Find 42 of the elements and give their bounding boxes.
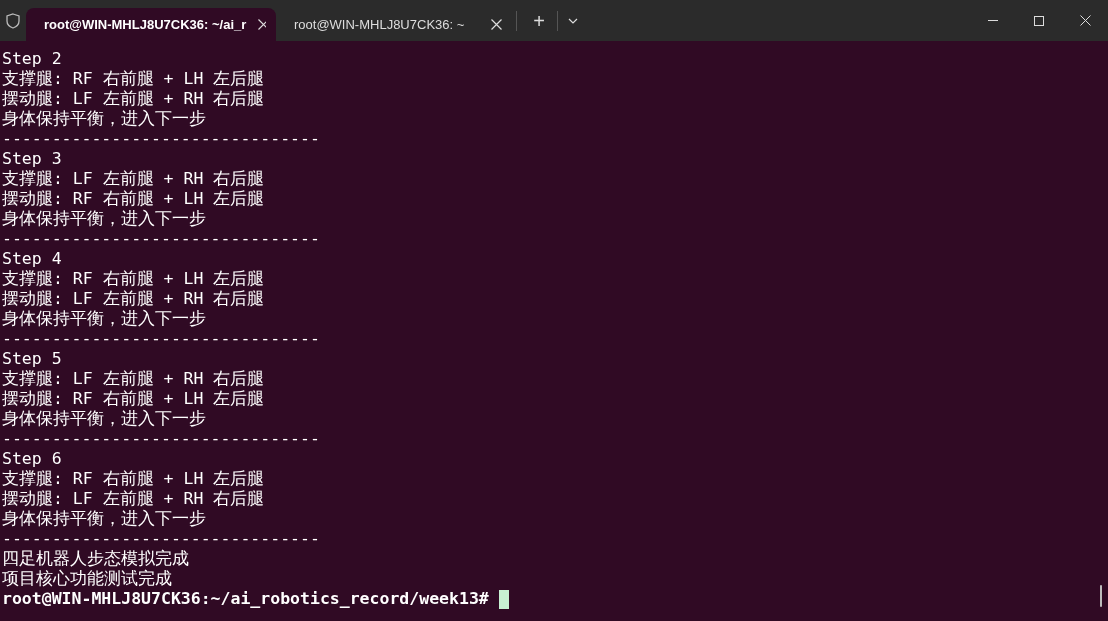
maximize-icon: [1034, 15, 1044, 26]
terminal-line: --------------------------------: [2, 229, 320, 249]
shell-prompt: root@WIN-MHLJ8U7CK36:~/ai_robotics_record/week13#: [2, 589, 489, 609]
terminal-line: --------------------------------: [2, 329, 320, 349]
scrollbar-thumb[interactable]: [1100, 585, 1102, 607]
close-tab-icon[interactable]: [258, 19, 266, 30]
terminal-line: Step 4: [2, 249, 62, 269]
terminal-tab[interactable]: root@WIN-MHLJ8U7CK36: ~/ai_r: [26, 8, 276, 41]
terminal-tab[interactable]: root@WIN-MHLJ8U7CK36: ~: [276, 8, 512, 41]
terminal-line: 摆动腿: LF 左前腿 + RH 右后腿: [2, 489, 265, 509]
terminal-line: 支撑腿: LF 左前腿 + RH 右后腿: [2, 169, 265, 189]
minimize-icon: [988, 19, 998, 22]
tab-title: root@WIN-MHLJ8U7CK36: ~/ai_r: [44, 15, 247, 34]
terminal-line: --------------------------------: [2, 429, 320, 449]
terminal-line: 摆动腿: LF 左前腿 + RH 右后腿: [2, 289, 265, 309]
terminal-line: Step 3: [2, 149, 62, 169]
terminal-line: 支撑腿: RF 右前腿 + LH 左后腿: [2, 69, 265, 89]
text-cursor: [498, 589, 509, 609]
terminal-line: 支撑腿: LF 左前腿 + RH 右后腿: [2, 369, 265, 389]
chevron-down-icon: [568, 17, 578, 24]
terminal-line: 四足机器人步态模拟完成: [2, 549, 189, 569]
terminal-line: 身体保持平衡，进入下一步: [2, 509, 206, 529]
terminal-line: 身体保持平衡，进入下一步: [2, 109, 206, 129]
new-tab-button[interactable]: +: [521, 4, 557, 37]
shield-icon: [6, 12, 20, 29]
terminal-line: 摆动腿: RF 右前腿 + LH 左后腿: [2, 189, 265, 209]
close-tab-icon[interactable]: [491, 19, 502, 30]
terminal-line: 支撑腿: RF 右前腿 + LH 左后腿: [2, 469, 265, 489]
terminal-line: 项目核心功能测试完成: [2, 569, 172, 589]
terminal-line: 身体保持平衡，进入下一步: [2, 309, 206, 329]
terminal-line: 身体保持平衡，进入下一步: [2, 209, 206, 229]
terminal-line: 摆动腿: RF 右前腿 + LH 左后腿: [2, 389, 265, 409]
close-icon: [1079, 15, 1091, 26]
terminal-line: Step 2: [2, 49, 62, 69]
terminal-line: --------------------------------: [2, 529, 320, 549]
terminal-line: --------------------------------: [2, 129, 320, 149]
terminal-line: Step 5: [2, 349, 62, 369]
terminal-line: 摆动腿: LF 左前腿 + RH 右后腿: [2, 89, 265, 109]
terminal-line: 支撑腿: RF 右前腿 + LH 左后腿: [2, 269, 265, 289]
terminal-line: 身体保持平衡，进入下一步: [2, 409, 206, 429]
tab-title: root@WIN-MHLJ8U7CK36: ~: [294, 15, 466, 34]
terminal-line: Step 6: [2, 449, 62, 469]
